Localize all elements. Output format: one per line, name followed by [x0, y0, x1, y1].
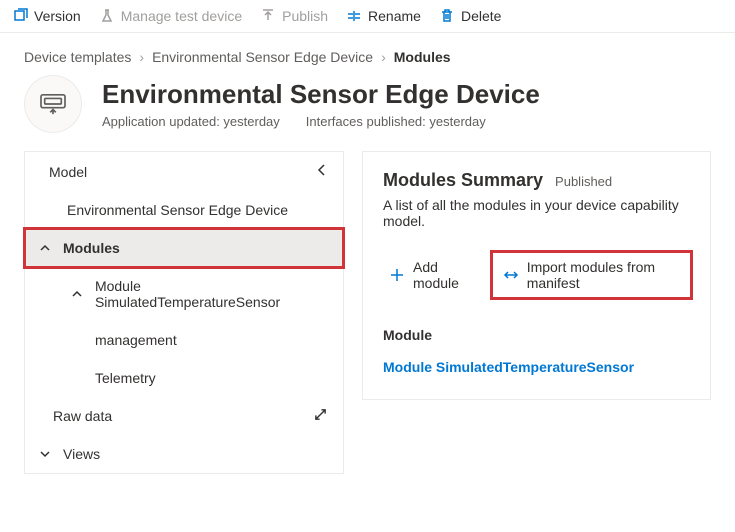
chevron-right-icon: › — [381, 49, 386, 65]
upload-icon — [260, 8, 276, 24]
add-module-label: Add module — [413, 259, 473, 291]
breadcrumb-root[interactable]: Device templates — [24, 49, 131, 65]
tree-item-raw-data[interactable]: Raw data — [25, 397, 343, 435]
tree-panel: Model Environmental Sensor Edge Device M… — [24, 151, 344, 474]
telemetry-label: Telemetry — [95, 370, 156, 386]
page-title: Environmental Sensor Edge Device — [102, 79, 540, 110]
model-label: Model — [49, 164, 87, 180]
tree-item-model[interactable]: Model — [25, 152, 343, 191]
tree-item-module-sim-temp[interactable]: Module SimulatedTemperatureSensor — [25, 267, 343, 321]
summary-title: Modules Summary — [383, 170, 543, 191]
publish-label: Publish — [282, 8, 328, 24]
header-text: Environmental Sensor Edge Device Applica… — [102, 79, 540, 129]
app-updated-text: Application updated: yesterday — [102, 114, 280, 129]
device-label: Environmental Sensor Edge Device — [67, 202, 288, 218]
trash-icon — [439, 8, 455, 24]
collapse-panel-icon[interactable] — [315, 163, 329, 180]
top-toolbar: Version Manage test device Publish Renam… — [0, 0, 735, 33]
page-header: Environmental Sensor Edge Device Applica… — [0, 75, 735, 151]
tree-item-views[interactable]: Views — [25, 435, 343, 473]
rename-icon — [346, 8, 362, 24]
summary-description: A list of all the modules in your device… — [383, 197, 690, 229]
publish-button: Publish — [260, 8, 328, 24]
rename-button[interactable]: Rename — [346, 8, 421, 24]
tree-item-management[interactable]: management — [25, 321, 343, 359]
rawdata-label: Raw data — [53, 408, 112, 424]
add-module-button[interactable]: Add module — [383, 255, 479, 295]
management-label: management — [95, 332, 177, 348]
breadcrumb-current: Modules — [394, 49, 451, 65]
plus-icon — [389, 267, 405, 283]
module1-label: Module SimulatedTemperatureSensor — [95, 278, 329, 310]
import-icon — [503, 267, 519, 283]
manage-test-device-button: Manage test device — [99, 8, 242, 24]
chevron-down-icon — [39, 448, 53, 460]
module-heading: Module — [383, 327, 690, 343]
module-link[interactable]: Module SimulatedTemperatureSensor — [383, 359, 690, 375]
tree-item-modules[interactable]: Modules — [25, 229, 343, 267]
breadcrumb-parent[interactable]: Environmental Sensor Edge Device — [152, 49, 373, 65]
tree-item-telemetry[interactable]: Telemetry — [25, 359, 343, 397]
version-icon — [12, 8, 28, 24]
device-icon — [24, 75, 82, 133]
chevron-up-icon — [39, 242, 53, 254]
flask-icon — [99, 8, 115, 24]
content-area: Model Environmental Sensor Edge Device M… — [0, 151, 735, 498]
modules-label: Modules — [63, 240, 120, 256]
status-badge: Published — [555, 174, 612, 189]
chevron-up-icon — [71, 288, 85, 300]
chevron-right-icon: › — [139, 49, 144, 65]
tree-item-device[interactable]: Environmental Sensor Edge Device — [25, 191, 343, 229]
main-panel: Modules Summary Published A list of all … — [362, 151, 711, 400]
manage-label: Manage test device — [121, 8, 242, 24]
import-modules-button[interactable]: Import modules from manifest — [493, 253, 690, 297]
delete-button[interactable]: Delete — [439, 8, 501, 24]
rename-label: Rename — [368, 8, 421, 24]
interfaces-published-text: Interfaces published: yesterday — [306, 114, 486, 129]
version-button[interactable]: Version — [12, 8, 81, 24]
import-modules-label: Import modules from manifest — [527, 259, 680, 291]
expand-icon[interactable] — [314, 408, 327, 424]
version-label: Version — [34, 8, 81, 24]
views-label: Views — [63, 446, 100, 462]
breadcrumb: Device templates › Environmental Sensor … — [0, 33, 735, 75]
delete-label: Delete — [461, 8, 501, 24]
